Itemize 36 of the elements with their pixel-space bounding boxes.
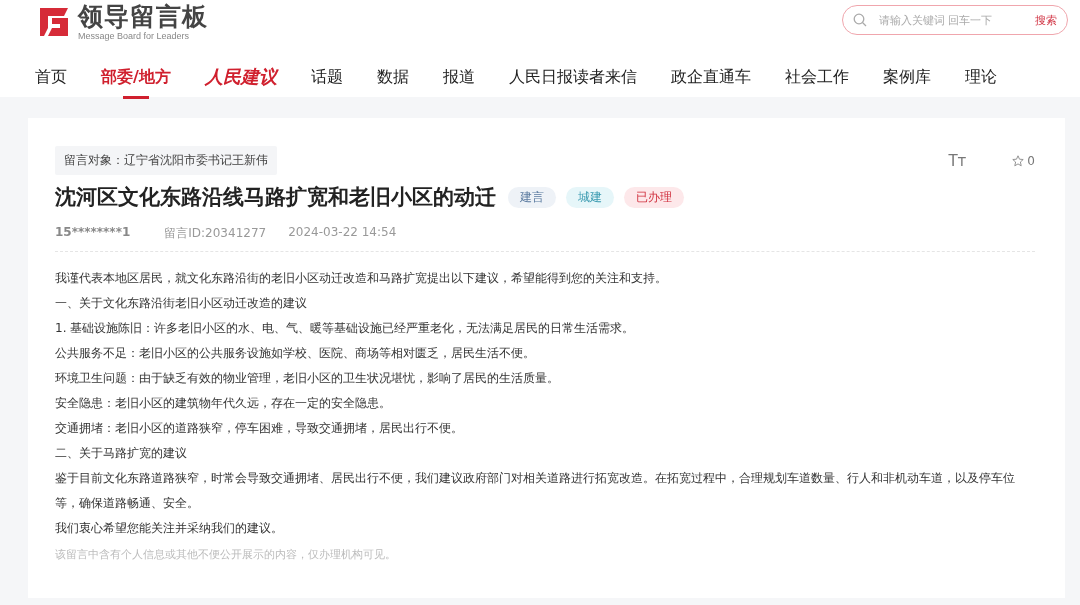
nav-tab[interactable]: 理论 — [964, 66, 997, 99]
brand-nav-link[interactable]: 人民建议 — [204, 66, 277, 99]
author-id: 15********1 — [55, 225, 131, 241]
nav-tab[interactable]: 人民日报读者来信 — [508, 66, 637, 99]
nav-tab[interactable]: 案例库 — [882, 66, 931, 99]
message-title: 沈河区文化东路沿线马路扩宽和老旧小区的动迁 — [55, 184, 496, 211]
message-paragraph: 鉴于目前文化东路道路狭窄，时常会导致交通拥堵、居民出行不便，我们建议政府部门对相关道路进行拓宽改造。在拓宽过程中，合理规划车道数量、行人和非机动车道，以及停车位等，确保道路畅通、安全。 — [55, 470, 1016, 512]
nav-tab[interactable]: 部委/地方 — [101, 66, 171, 99]
nav-tab[interactable]: 话题 — [310, 66, 343, 99]
nav-tab[interactable]: 政企直通车 — [670, 66, 751, 99]
message-paragraph: 我们衷心希望您能关注并采纳我们的建议。 — [55, 520, 284, 537]
search-icon — [853, 13, 867, 27]
favorite-button[interactable]: 0 — [1012, 153, 1035, 168]
recipient-label: 留言对象：辽宁省沈阳市委书记王新伟 — [55, 146, 277, 175]
star-icon — [1012, 154, 1025, 167]
message-paragraph: 我谨代表本地区居民，就文化东路沿街的老旧小区动迁改造和马路扩宽提出以下建议，希望能得到您的关注和支持。 — [55, 270, 668, 287]
nav-tab[interactable]: 报道 — [442, 66, 475, 99]
message-paragraph: 环境卫生问题：由于缺乏有效的物业管理，老旧小区的卫生状况堪忧，影响了居民的生活质量。 — [55, 370, 560, 387]
tag: 城建 — [566, 186, 614, 208]
message-paragraph: 一、关于文化东路沿街老旧小区动迁改造的建议 — [55, 295, 308, 312]
message-paragraph: 1. 基础设施陈旧：许多老旧小区的水、电、气、暖等基础设施已经严重老化，无法满足居民的日常生活需求。 — [55, 320, 636, 337]
search-button[interactable]: 搜索 — [1035, 12, 1057, 28]
message-id: 留言ID:20341277 — [164, 225, 267, 242]
logo-subtitle: Message Board for Leaders — [78, 31, 191, 41]
logo-title: 领导留言板 — [78, 3, 208, 31]
message-paragraph: 安全隐患：老旧小区的建筑物年代久远，存在一定的安全隐患。 — [55, 395, 392, 412]
message-paragraph: 二、关于马路扩宽的建议 — [55, 445, 188, 462]
font-size-button[interactable]: Tт — [948, 151, 967, 170]
message-paragraph: 公共服务不足：老旧小区的公共服务设施如学校、医院、商场等相对匮乏，居民生活不便。 — [55, 345, 536, 362]
tag: 已办理 — [624, 186, 684, 208]
nav-tab[interactable]: 首页 — [35, 66, 67, 99]
nav-tab[interactable]: 数据 — [376, 66, 409, 99]
message-time: 2024-03-22 14:54 — [288, 225, 397, 241]
nav-tab[interactable]: 社会工作 — [784, 66, 849, 99]
message-paragraph: 交通拥堵：老旧小区的道路狭窄，停车困难，导致交通拥堵，居民出行不便。 — [55, 420, 464, 437]
tag: 建言 — [508, 186, 556, 208]
